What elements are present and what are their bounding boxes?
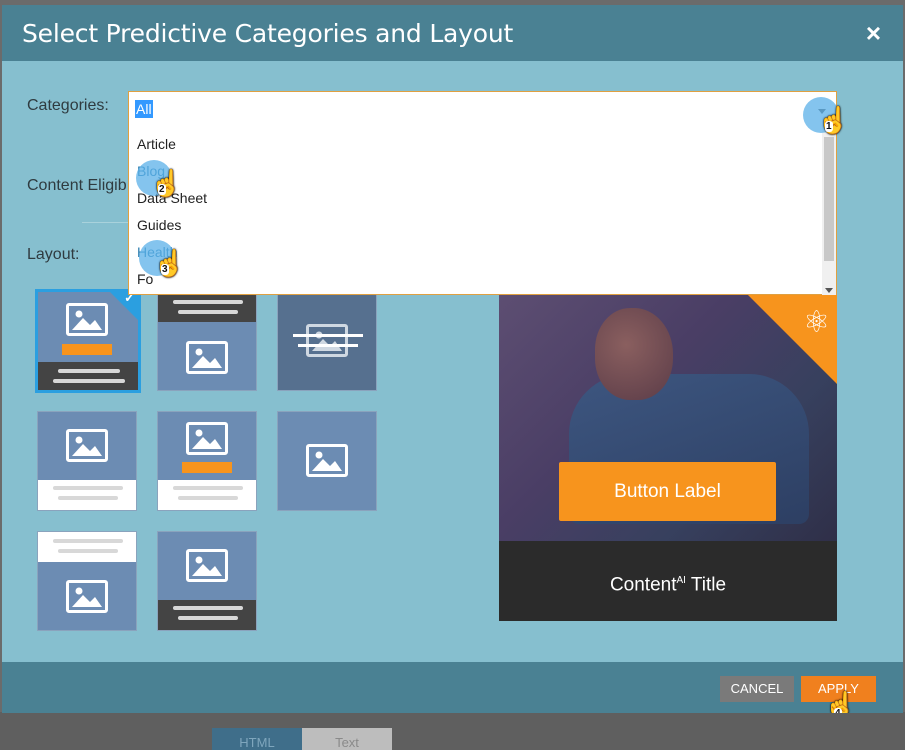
option-fo[interactable]: Fo [129,266,821,293]
text-line [178,616,238,620]
cancel-button[interactable]: CANCEL [720,676,794,702]
atom-icon: ⚛ [803,306,830,339]
image-icon [66,580,108,613]
text-line [178,310,238,314]
step-number: 1 [825,121,833,132]
background-tab-text: Text [302,728,392,750]
content-eligibility-label: Content Eligib [27,177,127,194]
preview-title-sup: AI [676,575,686,586]
scrollbar-thumb[interactable] [824,137,834,261]
option-article[interactable]: Article [129,131,821,158]
layout-label: Layout: [27,246,80,263]
close-icon[interactable]: × [866,18,881,48]
image-icon [306,444,348,477]
photo-person-head [595,308,673,400]
image-icon [306,324,348,357]
background-tab-html: HTML [212,728,302,750]
step-number: 4 [834,708,842,713]
hand-pointer-icon: ☝ [153,248,186,278]
dialog-header: Select Predictive Categories and Layout … [2,5,903,61]
preview-button: Button Label [559,462,776,521]
preview-photo: ⚛ Button Label [499,294,837,541]
title-band [38,532,136,562]
step-4-cursor: ☝ 4 [820,690,860,713]
cta-bar [182,462,232,473]
layout-tile-8[interactable] [157,531,257,631]
layout-tile-4[interactable] [37,411,137,511]
image-icon [186,549,228,582]
cta-bar [62,344,112,355]
step-1-cursor: ☝ 1 [803,97,849,137]
scroll-down-icon[interactable] [825,288,833,293]
image-icon [66,303,108,336]
image-icon [186,341,228,374]
text-line [58,369,120,373]
categories-selected-value[interactable]: All [135,100,153,118]
dialog-footer: CANCEL APPLY [2,662,903,713]
option-blog[interactable]: Blog [129,158,821,185]
text-line [298,344,358,347]
layout-tile-6[interactable] [277,411,377,511]
text-line [293,334,363,337]
layout-tile-1[interactable]: ✓ [35,289,141,393]
hand-pointer-icon: ☝ [150,168,183,198]
step-3-cursor: ☝ 3 [139,240,185,280]
text-line [173,606,243,610]
categories-options: Article Blog Data Sheet Guides Health Fo [129,131,821,293]
step-number: 3 [161,264,169,275]
layout-tile-7[interactable] [37,531,137,631]
text-line [53,379,125,383]
text-line [53,539,123,543]
text-line [58,549,118,553]
preview-title-end: Title [685,574,727,596]
title-band [38,362,138,390]
option-health[interactable]: Health [129,239,821,266]
option-data-sheet[interactable]: Data Sheet [129,185,821,212]
image-icon [186,422,228,455]
background-page [0,712,905,750]
layout-preview: ⚛ Button Label ContentAI Title [499,294,837,621]
text-line [58,496,118,500]
predictive-dialog: Select Predictive Categories and Layout … [2,5,903,713]
image-icon [66,429,108,462]
text-line [53,486,123,490]
options-scrollbar[interactable] [822,131,836,295]
dialog-title: Select Predictive Categories and Layout [22,19,514,48]
step-number: 2 [158,184,166,195]
step-2-cursor: ☝ 2 [136,160,182,200]
text-line [173,486,243,490]
text-line [178,496,238,500]
text-line [173,300,243,304]
layout-tile-2[interactable] [157,289,257,391]
preview-title-main: Content [609,574,677,596]
hand-pointer-icon: ☝ [817,105,850,135]
layout-tile-5[interactable] [157,411,257,511]
preview-title: ContentAI Title [499,541,837,621]
categories-label: Categories: [27,97,109,114]
categories-select[interactable]: All Article Blog Data Sheet Guides Healt… [128,91,837,295]
option-guides[interactable]: Guides [129,212,821,239]
layout-tile-3[interactable] [277,289,377,391]
